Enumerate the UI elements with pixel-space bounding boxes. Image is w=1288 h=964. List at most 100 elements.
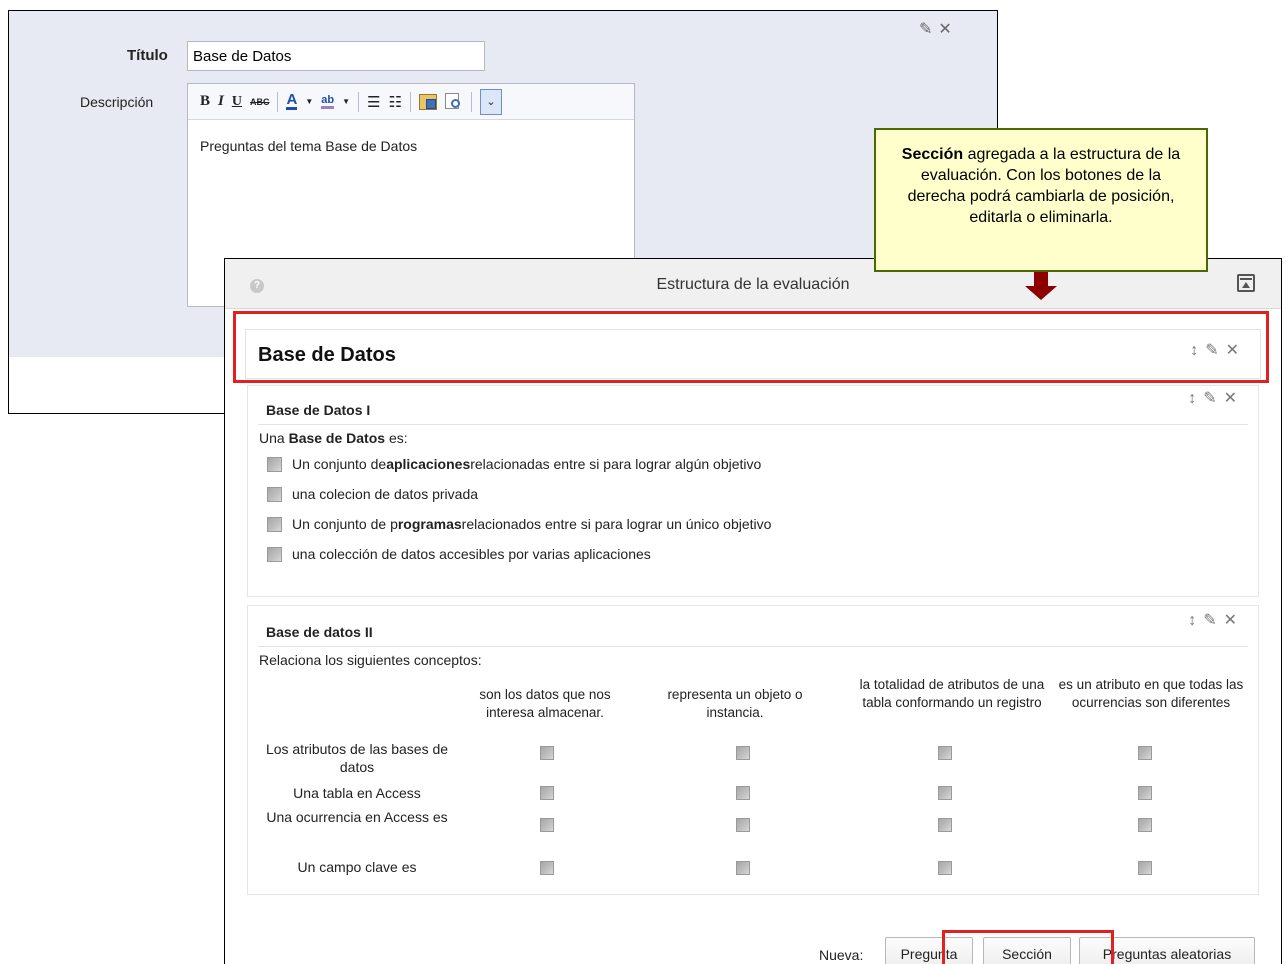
title-input[interactable] [187,41,485,71]
description-text[interactable]: Preguntas del tema Base de Datos [188,120,634,172]
toolbar-divider [409,91,411,112]
edit-icon[interactable]: ✎ [1203,612,1223,629]
column-header: es un atributo en que todas las ocurrenc… [1058,677,1244,710]
answer-option: una colección de datos accesibles por va… [267,546,651,562]
move-icon[interactable]: ↕ [1188,390,1203,407]
bulleted-list-icon[interactable]: ☰ [367,93,380,111]
match-checkbox[interactable] [540,746,554,760]
option-text: Un conjunto de [292,456,387,472]
match-checkbox[interactable] [938,786,952,800]
question-actions: ↕✎✕ [1188,388,1244,408]
option-bold: aplicaciones [386,456,471,472]
highlight-glyph: ab [321,94,335,106]
add-toolbar: Nueva: Pregunta Sección Preguntas aleato… [225,919,1281,964]
paste-word-icon[interactable] [418,93,437,110]
question-prompt: Una Base de Datos es: [259,430,408,446]
section-actions: ↕✎✕ [1190,340,1246,360]
bold-icon[interactable]: B [200,93,210,110]
answer-option: Un conjunto de aplicaciones relacionadas… [267,456,761,472]
edit-icon[interactable]: ✎ [919,21,938,38]
add-random-questions-button[interactable]: Preguntas aleatorias [1079,937,1255,964]
question-actions: ↕✎✕ [1188,610,1244,630]
match-checkbox[interactable] [1138,746,1152,760]
option-checkbox[interactable] [267,546,282,562]
highlight-color-icon[interactable]: ab [321,94,335,109]
section-tooltip: Sección agregada a la estructura de la e… [874,128,1208,272]
new-label: Nueva: [819,947,864,963]
underline-icon[interactable]: U [232,94,242,110]
question-title: Base de Datos I [266,402,371,418]
match-checkbox[interactable] [736,786,750,800]
add-question-button[interactable]: Pregunta [885,937,973,964]
edit-icon[interactable]: ✎ [1205,342,1225,359]
option-text: una colección de datos accesibles por va… [292,546,651,562]
chevron-down-icon[interactable]: ▼ [342,97,350,106]
prompt-bold: Base de Datos [288,430,386,446]
row-label: Una tabla en Access [293,785,421,801]
question-title: Base de datos II [266,624,373,640]
evaluation-structure-panel: ? Estructura de la evaluación Base de Da… [224,258,1282,964]
answer-option: una colecion de datos privada [267,486,478,502]
strikethrough-icon[interactable]: ABC [250,97,270,107]
option-text: relacionados entre si para lograr un úni… [461,516,772,532]
question-card: Base de datos II ↕✎✕ Relaciona los sigui… [247,605,1259,895]
delete-icon[interactable]: ✕ [1226,342,1246,359]
match-checkbox[interactable] [540,818,554,832]
move-icon[interactable]: ↕ [1188,612,1203,629]
numbered-list-icon[interactable]: ☷ [388,93,401,111]
option-text: Un conjunto de p [292,516,398,532]
panel-title: Estructura de la evaluación [656,276,850,293]
more-icon[interactable]: ⌄ [479,88,502,115]
row-label: Una ocurrencia en Access es [266,809,448,825]
match-checkbox[interactable] [540,861,554,875]
match-checkbox[interactable] [736,861,750,875]
font-color-glyph: A [286,91,298,108]
close-icon[interactable]: ✕ [938,21,957,38]
prompt-suffix: es: [385,430,408,446]
match-checkbox[interactable] [938,746,952,760]
section-title: Base de Datos [258,344,396,366]
edit-icon[interactable]: ✎ [1203,390,1223,407]
title-label: Título [127,47,168,64]
match-checkbox[interactable] [1138,786,1152,800]
match-checkbox[interactable] [1138,861,1152,875]
match-checkbox[interactable] [736,818,750,832]
toolbar-divider [358,91,360,112]
divider [258,646,1248,647]
option-checkbox[interactable] [267,456,282,472]
prompt-prefix: Una [259,430,289,446]
row-label: Un campo clave es [297,859,417,875]
answer-option: Un conjunto de p rogramas relacionados en… [267,516,771,532]
option-bold: rogramas [397,516,462,532]
editor-window-actions: ✎✕ [919,19,958,39]
description-label: Descripción [80,94,154,110]
divider [258,424,1248,425]
row-label: Los atributos de las bases de datos [265,741,449,775]
chevron-down-icon[interactable]: ▼ [305,97,313,106]
add-section-button[interactable]: Sección [983,937,1071,964]
section-row: Base de Datos ↕✎✕ [245,329,1261,379]
find-icon[interactable] [444,92,463,111]
match-checkbox[interactable] [1138,818,1152,832]
font-color-icon[interactable]: A [286,91,298,110]
option-text: una colecion de datos privada [292,486,479,502]
collapse-panel-icon[interactable] [1237,274,1255,292]
match-checkbox[interactable] [540,786,554,800]
option-text: relacionadas entre si para lograr algún … [470,456,762,472]
column-header: la totalidad de atributos de una tabla c… [859,677,1045,710]
tooltip-bold: Sección [901,146,964,163]
option-checkbox[interactable] [267,516,282,532]
question-prompt: Relaciona los siguientes conceptos: [259,652,482,668]
delete-icon[interactable]: ✕ [1224,390,1244,407]
match-checkbox[interactable] [736,746,750,760]
toolbar-divider [277,91,279,112]
option-checkbox[interactable] [267,486,282,502]
toolbar-divider [470,91,472,112]
italic-icon[interactable]: I [218,93,224,110]
rich-text-toolbar: B I U ABC A ▼ ab ▼ ☰ ☷ ⌄ [188,84,634,120]
delete-icon[interactable]: ✕ [1224,612,1244,629]
match-checkbox[interactable] [938,861,952,875]
match-checkbox[interactable] [938,818,952,832]
move-icon[interactable]: ↕ [1190,342,1205,359]
column-header: son los datos que nos interesa almacenar… [479,687,611,720]
